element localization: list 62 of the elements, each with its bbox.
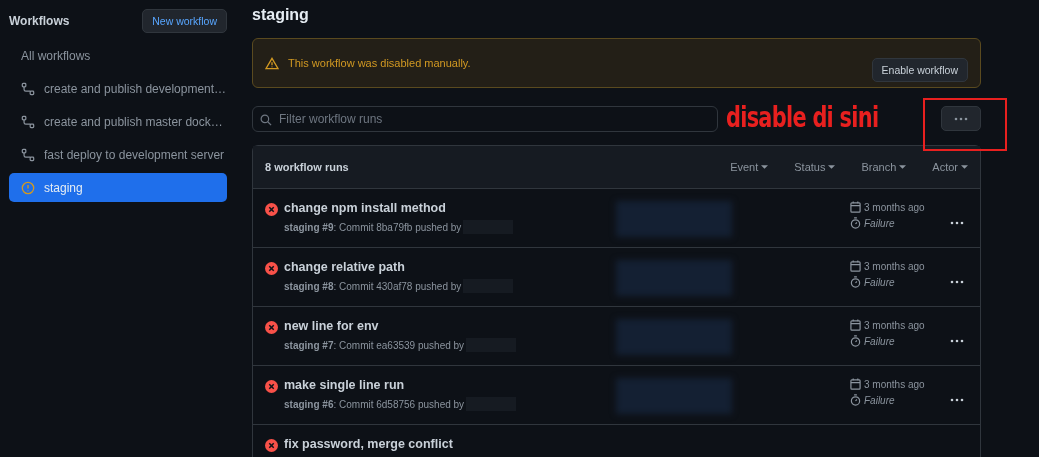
calendar-icon	[850, 319, 861, 331]
search-icon	[260, 114, 272, 126]
run-details: staging #8: Commit 430af78 pushed by	[284, 280, 462, 292]
run-title[interactable]: change relative path	[284, 260, 614, 274]
caret-icon	[761, 165, 769, 169]
failure-icon	[265, 321, 278, 334]
banner-message: This workflow was disabled manually.	[288, 57, 471, 69]
new-workflow-button[interactable]: New workflow	[142, 9, 227, 33]
run-details: staging #7: Commit ea63539 pushed by	[284, 339, 465, 351]
more-icon	[950, 398, 964, 402]
caret-icon	[899, 165, 907, 169]
run-time: 3 months ago	[864, 201, 925, 213]
run-details: staging #9: Commit 8ba79fb pushed by	[284, 221, 462, 233]
calendar-icon	[850, 260, 861, 272]
run-status: Failure	[864, 217, 895, 229]
failure-icon	[265, 439, 278, 452]
run-time: 3 months ago	[864, 260, 925, 272]
filter-dropdown[interactable]: Event	[730, 161, 769, 173]
failure-icon	[265, 380, 278, 393]
calendar-icon	[850, 378, 861, 390]
stopwatch-icon	[850, 217, 861, 229]
filter-dropdown[interactable]: Branch	[861, 161, 907, 173]
more-icon	[950, 221, 964, 225]
run-time: 3 months ago	[864, 378, 925, 390]
more-icon	[950, 280, 964, 284]
workflow-icon	[21, 114, 35, 129]
workflow-icon	[21, 147, 35, 162]
run-title[interactable]: new line for env	[284, 319, 614, 333]
sidebar-item[interactable]: staging	[9, 173, 227, 202]
run-title[interactable]: make single line run	[284, 378, 614, 392]
filter-dropdown[interactable]: Actor	[932, 161, 968, 173]
annotation-text: disable di sini	[726, 100, 879, 134]
stopwatch-icon	[850, 394, 861, 406]
run-title[interactable]: change npm install method	[284, 201, 614, 215]
warning-icon	[265, 56, 279, 70]
more-icon	[950, 339, 964, 343]
warning-icon	[21, 180, 35, 195]
sidebar-item[interactable]: create and publish master dock…	[9, 107, 227, 136]
more-icon	[954, 116, 968, 121]
run-title[interactable]: fix password, merge conflict	[284, 437, 614, 451]
failure-icon	[265, 203, 278, 216]
sidebar-item[interactable]: All workflows	[9, 41, 227, 70]
run-status: Failure	[864, 276, 895, 288]
stopwatch-icon	[850, 276, 861, 288]
caret-icon	[961, 165, 968, 169]
sidebar-item[interactable]: fast deploy to development server	[9, 140, 227, 169]
stopwatch-icon	[850, 335, 861, 347]
sidebar-item[interactable]: create and publish development…	[9, 74, 227, 103]
page-title: staging	[252, 6, 310, 24]
filter-dropdown[interactable]: Status	[794, 161, 836, 173]
caret-icon	[828, 165, 836, 169]
workflow-icon	[21, 81, 35, 96]
failure-icon	[265, 262, 278, 275]
sidebar-title: Workflows	[9, 14, 70, 28]
run-status: Failure	[864, 394, 895, 406]
run-count: 8 workflow runs	[265, 161, 350, 173]
calendar-icon	[850, 201, 861, 213]
filter-field[interactable]: Filter workflow runs	[252, 106, 718, 132]
run-status: Failure	[864, 335, 895, 347]
run-time: 3 months ago	[864, 319, 925, 331]
run-details: staging #6: Commit 6d58756 pushed by	[284, 398, 465, 410]
enable-workflow-button[interactable]: Enable workflow	[871, 58, 968, 82]
